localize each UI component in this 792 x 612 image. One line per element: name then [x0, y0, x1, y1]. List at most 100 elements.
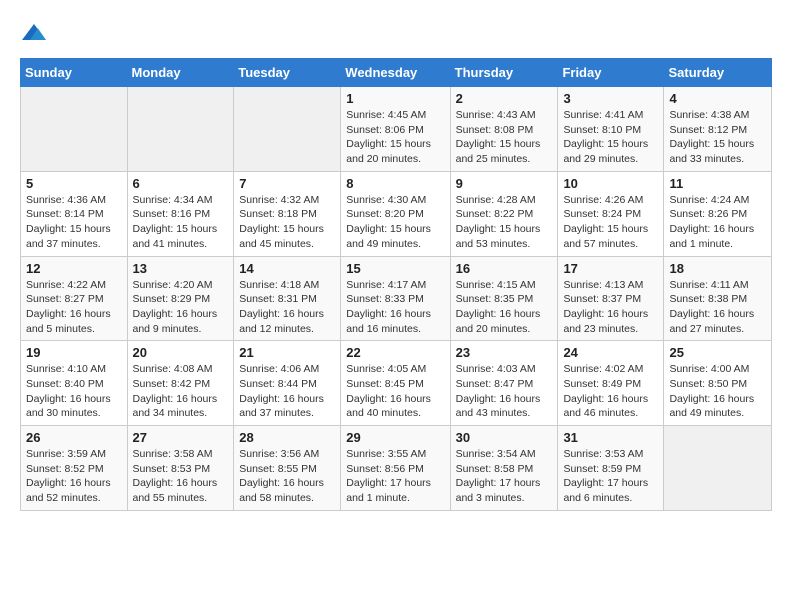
calendar-cell: 13Sunrise: 4:20 AM Sunset: 8:29 PM Dayli…: [127, 256, 234, 341]
calendar-cell: 3 Sunrise: 4:41 AM Sunset: 8:10 PM Daylig…: [558, 87, 664, 172]
day-number: 18: [669, 261, 766, 276]
calendar-cell: 15 Sunrise: 4:17 AM Sunset: 8:33 PM Dayli…: [341, 256, 450, 341]
day-detail: Sunrise: 4:13 AM Sunset: 8:37 PM Dayligh…: [563, 278, 658, 337]
calendar-cell: [21, 87, 128, 172]
day-number: 28: [239, 430, 335, 445]
day-number: 16: [456, 261, 553, 276]
day-detail: Sunrise: 4:15 AM Sunset: 8:35 PM Dayligh…: [456, 278, 553, 337]
calendar-cell: 12Sunrise: 4:22 AM Sunset: 8:27 PM Dayli…: [21, 256, 128, 341]
calendar-cell: 18Sunrise: 4:11 AM Sunset: 8:38 PM Dayli…: [664, 256, 772, 341]
calendar-header: SundayMondayTuesdayWednesdayThursdayFrid…: [21, 59, 772, 87]
day-detail: Sunrise: 4:18 AM Sunset: 8:31 PM Dayligh…: [239, 278, 335, 337]
day-detail: Sunrise: 4:30 AM Sunset: 8:20 PM Dayligh…: [346, 193, 444, 252]
day-detail: Sunrise: 4:43 AM Sunset: 8:08 PM Dayligh…: [456, 108, 553, 167]
calendar-cell: 5 Sunrise: 4:36 AM Sunset: 8:14 PM Daylig…: [21, 171, 128, 256]
calendar-cell: 30 Sunrise: 3:54 AM Sunset: 8:58 PM Dayli…: [450, 426, 558, 511]
day-detail: Sunrise: 4:08 AM Sunset: 8:42 PM Dayligh…: [133, 362, 229, 421]
day-number: 11: [669, 176, 766, 191]
day-detail: Sunrise: 4:10 AM Sunset: 8:40 PM Dayligh…: [26, 362, 122, 421]
calendar-cell: 2 Sunrise: 4:43 AM Sunset: 8:08 PM Daylig…: [450, 87, 558, 172]
calendar-week-row: 5 Sunrise: 4:36 AM Sunset: 8:14 PM Daylig…: [21, 171, 772, 256]
calendar-cell: 6Sunrise: 4:34 AM Sunset: 8:16 PM Daylig…: [127, 171, 234, 256]
calendar-cell: 1 Sunrise: 4:45 AM Sunset: 8:06 PM Daylig…: [341, 87, 450, 172]
logo-icon: [20, 20, 48, 48]
day-number: 20: [133, 345, 229, 360]
day-number: 17: [563, 261, 658, 276]
calendar-cell: 21 Sunrise: 4:06 AM Sunset: 8:44 PM Dayli…: [234, 341, 341, 426]
day-detail: Sunrise: 4:02 AM Sunset: 8:49 PM Dayligh…: [563, 362, 658, 421]
day-number: 8: [346, 176, 444, 191]
calendar-week-row: 12Sunrise: 4:22 AM Sunset: 8:27 PM Dayli…: [21, 256, 772, 341]
day-number: 30: [456, 430, 553, 445]
day-number: 5: [26, 176, 122, 191]
calendar-week-row: 26Sunrise: 3:59 AM Sunset: 8:52 PM Dayli…: [21, 426, 772, 511]
day-number: 7: [239, 176, 335, 191]
day-number: 3: [563, 91, 658, 106]
day-detail: Sunrise: 4:03 AM Sunset: 8:47 PM Dayligh…: [456, 362, 553, 421]
day-detail: Sunrise: 4:17 AM Sunset: 8:33 PM Dayligh…: [346, 278, 444, 337]
day-of-week-header: Wednesday: [341, 59, 450, 87]
calendar-body: 1 Sunrise: 4:45 AM Sunset: 8:06 PM Daylig…: [21, 87, 772, 511]
day-of-week-header: Tuesday: [234, 59, 341, 87]
day-number: 23: [456, 345, 553, 360]
calendar-table: SundayMondayTuesdayWednesdayThursdayFrid…: [20, 58, 772, 511]
day-number: 29: [346, 430, 444, 445]
calendar-cell: 28Sunrise: 3:56 AM Sunset: 8:55 PM Dayli…: [234, 426, 341, 511]
day-detail: Sunrise: 3:55 AM Sunset: 8:56 PM Dayligh…: [346, 447, 444, 506]
day-number: 2: [456, 91, 553, 106]
day-number: 27: [133, 430, 229, 445]
day-detail: Sunrise: 4:34 AM Sunset: 8:16 PM Dayligh…: [133, 193, 229, 252]
day-of-week-header: Monday: [127, 59, 234, 87]
calendar-cell: [664, 426, 772, 511]
day-of-week-header: Friday: [558, 59, 664, 87]
day-detail: Sunrise: 4:05 AM Sunset: 8:45 PM Dayligh…: [346, 362, 444, 421]
calendar-cell: 17 Sunrise: 4:13 AM Sunset: 8:37 PM Dayli…: [558, 256, 664, 341]
calendar-cell: 23 Sunrise: 4:03 AM Sunset: 8:47 PM Dayli…: [450, 341, 558, 426]
calendar-cell: 11 Sunrise: 4:24 AM Sunset: 8:26 PM Dayli…: [664, 171, 772, 256]
day-number: 19: [26, 345, 122, 360]
day-detail: Sunrise: 4:24 AM Sunset: 8:26 PM Dayligh…: [669, 193, 766, 252]
day-detail: Sunrise: 4:38 AM Sunset: 8:12 PM Dayligh…: [669, 108, 766, 167]
day-number: 15: [346, 261, 444, 276]
day-detail: Sunrise: 4:36 AM Sunset: 8:14 PM Dayligh…: [26, 193, 122, 252]
calendar-cell: 7 Sunrise: 4:32 AM Sunset: 8:18 PM Daylig…: [234, 171, 341, 256]
day-detail: Sunrise: 3:58 AM Sunset: 8:53 PM Dayligh…: [133, 447, 229, 506]
calendar-cell: 25Sunrise: 4:00 AM Sunset: 8:50 PM Dayli…: [664, 341, 772, 426]
day-number: 9: [456, 176, 553, 191]
day-number: 13: [133, 261, 229, 276]
calendar-cell: 10Sunrise: 4:26 AM Sunset: 8:24 PM Dayli…: [558, 171, 664, 256]
page-header: [20, 20, 772, 48]
calendar-week-row: 1 Sunrise: 4:45 AM Sunset: 8:06 PM Daylig…: [21, 87, 772, 172]
day-detail: Sunrise: 4:28 AM Sunset: 8:22 PM Dayligh…: [456, 193, 553, 252]
day-detail: Sunrise: 4:41 AM Sunset: 8:10 PM Dayligh…: [563, 108, 658, 167]
calendar-cell: 26Sunrise: 3:59 AM Sunset: 8:52 PM Dayli…: [21, 426, 128, 511]
day-number: 4: [669, 91, 766, 106]
calendar-cell: 22Sunrise: 4:05 AM Sunset: 8:45 PM Dayli…: [341, 341, 450, 426]
calendar-cell: 14Sunrise: 4:18 AM Sunset: 8:31 PM Dayli…: [234, 256, 341, 341]
day-of-week-header: Thursday: [450, 59, 558, 87]
calendar-cell: [234, 87, 341, 172]
calendar-cell: 20 Sunrise: 4:08 AM Sunset: 8:42 PM Dayli…: [127, 341, 234, 426]
day-of-week-header: Saturday: [664, 59, 772, 87]
calendar-cell: 4 Sunrise: 4:38 AM Sunset: 8:12 PM Daylig…: [664, 87, 772, 172]
day-of-week-header: Sunday: [21, 59, 128, 87]
day-detail: Sunrise: 4:26 AM Sunset: 8:24 PM Dayligh…: [563, 193, 658, 252]
calendar-cell: 29 Sunrise: 3:55 AM Sunset: 8:56 PM Dayli…: [341, 426, 450, 511]
day-detail: Sunrise: 4:00 AM Sunset: 8:50 PM Dayligh…: [669, 362, 766, 421]
day-detail: Sunrise: 3:54 AM Sunset: 8:58 PM Dayligh…: [456, 447, 553, 506]
calendar-cell: 31 Sunrise: 3:53 AM Sunset: 8:59 PM Dayli…: [558, 426, 664, 511]
day-number: 1: [346, 91, 444, 106]
day-number: 31: [563, 430, 658, 445]
day-number: 24: [563, 345, 658, 360]
day-number: 12: [26, 261, 122, 276]
day-detail: Sunrise: 4:06 AM Sunset: 8:44 PM Dayligh…: [239, 362, 335, 421]
day-detail: Sunrise: 3:53 AM Sunset: 8:59 PM Dayligh…: [563, 447, 658, 506]
logo: [20, 20, 52, 48]
day-number: 26: [26, 430, 122, 445]
day-detail: Sunrise: 4:32 AM Sunset: 8:18 PM Dayligh…: [239, 193, 335, 252]
calendar-cell: 16 Sunrise: 4:15 AM Sunset: 8:35 PM Dayli…: [450, 256, 558, 341]
day-detail: Sunrise: 4:45 AM Sunset: 8:06 PM Dayligh…: [346, 108, 444, 167]
calendar-cell: 8 Sunrise: 4:30 AM Sunset: 8:20 PM Daylig…: [341, 171, 450, 256]
day-number: 21: [239, 345, 335, 360]
calendar-cell: 27 Sunrise: 3:58 AM Sunset: 8:53 PM Dayli…: [127, 426, 234, 511]
